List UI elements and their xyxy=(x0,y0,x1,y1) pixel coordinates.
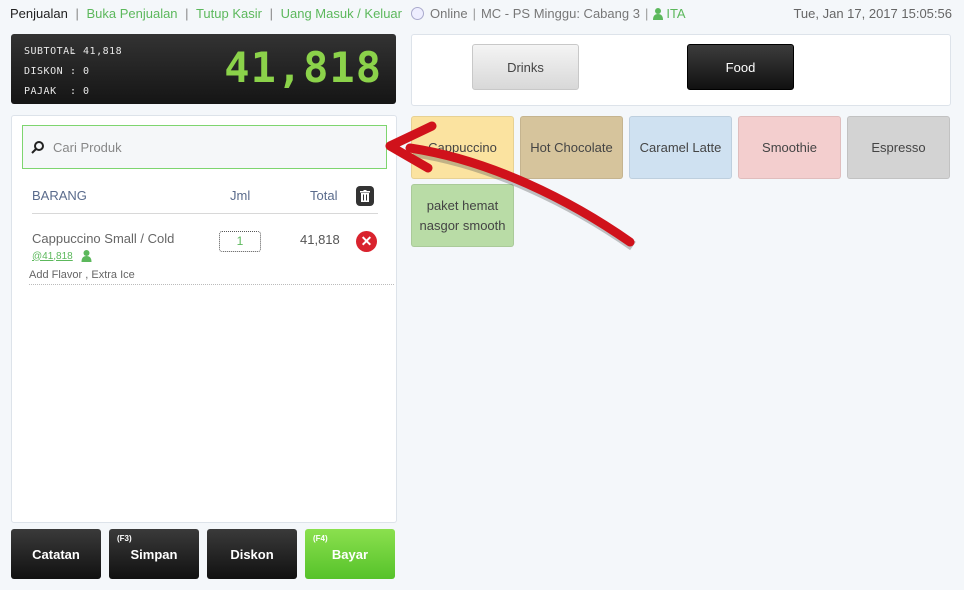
nav-separator: | xyxy=(269,6,273,21)
bayar-label: Bayar xyxy=(331,546,369,562)
user-name: ITA xyxy=(666,6,686,21)
user-icon xyxy=(81,250,92,262)
category-drinks[interactable]: Drinks xyxy=(472,44,579,90)
line-price-text: @41,818 xyxy=(32,250,73,262)
product-tile-paket-hemat[interactable]: paket hemat nasgor smooth xyxy=(411,184,514,247)
cart-line-item[interactable]: Cappuccino Small / Cold @41,818 Add Flav… xyxy=(29,224,394,285)
top-navigation: Penjualan | Buka Penjualan | Tutup Kasir… xyxy=(10,6,402,21)
simpan-shortcut: (F3) xyxy=(117,534,132,543)
nav-uang-masuk-keluar[interactable]: Uang Masuk / Keluar xyxy=(281,6,402,21)
clear-cart-trash-icon[interactable] xyxy=(356,186,374,206)
nav-buka-penjualan[interactable]: Buka Penjualan xyxy=(86,6,177,21)
branch-label: MC - PS Minggu: Cabang 3 xyxy=(480,6,640,21)
pajak-value: : 0 xyxy=(70,86,90,97)
diskon-button[interactable]: Diskon xyxy=(207,529,297,579)
status-separator: | xyxy=(472,6,476,21)
search-icon xyxy=(31,141,44,154)
bayar-shortcut: (F4) xyxy=(313,534,328,543)
line-product-name: Cappuccino Small / Cold xyxy=(32,231,175,246)
product-tile-hot-chocolate[interactable]: Hot Chocolate xyxy=(520,116,623,179)
category-bar: Drinks Food xyxy=(411,34,951,106)
remove-item-icon[interactable]: ✕ xyxy=(356,231,377,252)
simpan-label: Simpan xyxy=(130,546,178,562)
diskon-value: : 0 xyxy=(70,66,90,77)
catatan-label: Catatan xyxy=(32,546,80,562)
product-tile-cappuccino[interactable]: Cappuccino xyxy=(411,116,514,179)
nav-separator: | xyxy=(75,6,79,21)
line-modifier-note: Add Flavor , Extra Ice xyxy=(29,269,135,281)
online-status-icon xyxy=(411,7,424,20)
nav-tutup-kasir[interactable]: Tutup Kasir xyxy=(196,6,262,21)
current-user: ITA xyxy=(653,6,686,21)
bayar-button[interactable]: (F4) Bayar xyxy=(305,529,395,579)
category-food[interactable]: Food xyxy=(687,44,794,90)
grand-total: 41,818 xyxy=(224,43,382,92)
total-display: SUBTOTAL: 41,818 DISKON : 0 PAJAK : 0 41,8… xyxy=(11,34,396,104)
nav-separator: | xyxy=(185,6,189,21)
pajak-row: PAJAK : 0 xyxy=(24,82,122,102)
column-total: Total xyxy=(310,188,338,203)
status-separator: | xyxy=(644,6,649,21)
cart-panel: BARANG Jml Total Cappuccino Small / Cold… xyxy=(11,115,397,523)
online-label: Online xyxy=(430,6,468,21)
connection-status: Online | MC - PS Minggu: Cabang 3 | ITA xyxy=(411,6,686,21)
column-jml: Jml xyxy=(230,188,251,203)
diskon-label: DISKON xyxy=(24,66,64,77)
user-icon xyxy=(653,7,664,20)
column-barang: BARANG xyxy=(32,188,87,203)
search-input[interactable] xyxy=(53,139,353,155)
catatan-button[interactable]: Catatan xyxy=(11,529,101,579)
nav-penjualan[interactable]: Penjualan xyxy=(10,6,68,21)
pajak-label: PAJAK xyxy=(24,86,57,97)
diskon-row: DISKON : 0 xyxy=(24,62,122,82)
simpan-button[interactable]: (F3) Simpan xyxy=(109,529,199,579)
cart-table-header: BARANG Jml Total xyxy=(32,186,378,214)
product-tile-caramel-latte[interactable]: Caramel Latte xyxy=(629,116,732,179)
line-unit-price[interactable]: @41,818 xyxy=(32,250,92,262)
subtotal-row: SUBTOTAL: 41,818 xyxy=(24,42,122,62)
line-total: 41,818 xyxy=(300,232,340,247)
product-tile-espresso[interactable]: Espresso xyxy=(847,116,950,179)
diskon-label: Diskon xyxy=(230,546,274,562)
current-datetime: Tue, Jan 17, 2017 15:05:56 xyxy=(793,6,952,21)
subtotal-label: SUBTOTAL xyxy=(24,46,77,57)
product-search[interactable] xyxy=(22,125,387,169)
subtotal-value: : 41,818 xyxy=(70,46,123,57)
product-tile-smoothie[interactable]: Smoothie xyxy=(738,116,841,179)
line-quantity-input[interactable]: 1 xyxy=(219,231,261,252)
